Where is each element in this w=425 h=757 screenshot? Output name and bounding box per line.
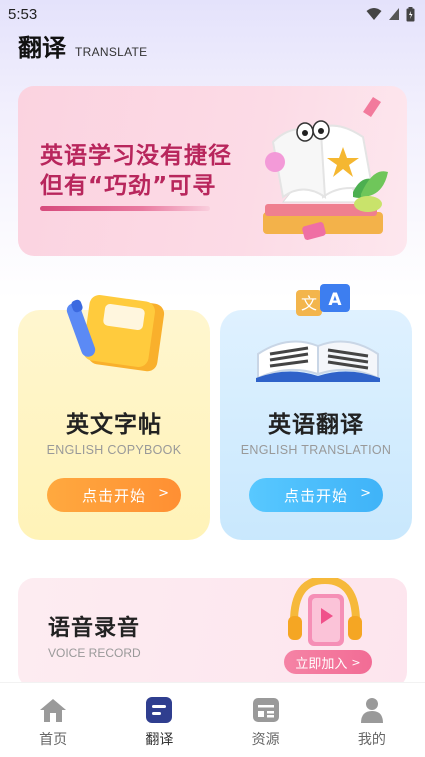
signal-icon [389,8,399,20]
svg-text:A: A [328,290,342,310]
chevron-right-icon: > [351,655,361,669]
tab-translate[interactable]: 翻译 [106,683,212,757]
status-time: 5:53 [8,5,38,23]
join-now-button[interactable]: 立即加入 > [284,650,372,674]
banner-headline: 英语学习没有捷径 [40,143,232,169]
chevron-right-icon: > [360,486,371,501]
tab-profile[interactable]: 我的 [319,683,425,757]
voice-record-card[interactable]: 语音录音 VOICE RECORD 立即加入 > [18,578,407,688]
chevron-right-icon: > [158,486,169,501]
battery-icon [406,6,415,21]
translation-title: 英语翻译 [268,412,364,438]
wifi-icon [366,8,382,20]
copybook-title: 英文字帖 [66,412,162,438]
page-subtitle: TRANSLATE [75,45,148,59]
headphones-player-illustration [288,578,362,646]
status-icons [366,6,415,22]
book-illustration [263,97,388,240]
translation-subtitle: ENGLISH TRANSLATION [240,443,392,457]
page-header: 翻译 TRANSLATE [18,28,148,63]
promo-banner[interactable]: 英语学习没有捷径 但有“巧劲”可寻 [18,86,407,256]
notebook-pen-illustration [66,295,165,372]
translation-start-button[interactable]: 点击开始 > [249,478,383,512]
bottom-tab-bar: 首页 翻译 资源 我的 [0,682,425,757]
tab-resources[interactable]: 资源 [213,683,319,757]
translate-doc-icon [144,695,174,725]
profile-icon [357,695,387,725]
tab-home[interactable]: 首页 [0,683,106,757]
voice-title: 语音录音 [48,616,141,641]
svg-text:文: 文 [301,294,317,313]
home-icon [38,695,68,725]
page-title: 翻译 [18,34,66,62]
voice-subtitle: VOICE RECORD [48,646,141,660]
status-bar: 5:53 [0,0,425,28]
resources-icon [251,695,281,725]
copybook-start-button[interactable]: 点击开始 > [47,478,181,512]
copybook-card[interactable]: 英文字帖 ENGLISH COPYBOOK 点击开始 > [18,295,210,540]
open-book-translate-illustration: 文 A [256,284,380,382]
banner-tagline: 但有“巧劲”可寻 [40,173,217,199]
banner-decor-bar [40,206,210,211]
translation-card[interactable]: 文 A 英语翻译 ENGLISH TRANSLATION 点击开始 > [220,284,412,540]
copybook-subtitle: ENGLISH COPYBOOK [46,443,182,457]
